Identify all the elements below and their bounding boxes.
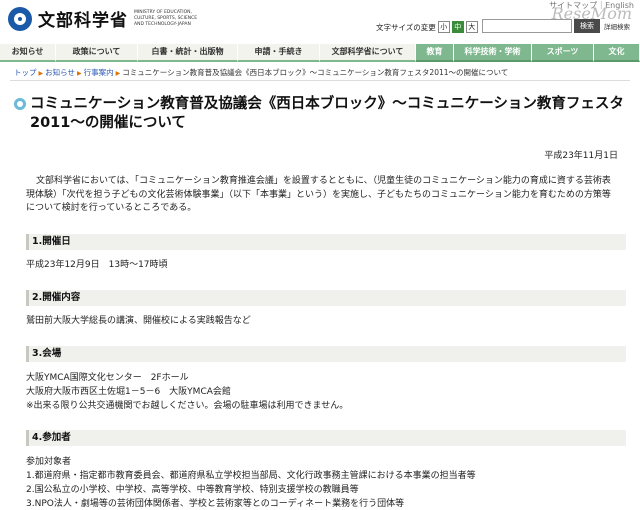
font-size-medium-button[interactable]: 中 [451, 21, 464, 33]
breadcrumb-events[interactable]: 行事案内 [84, 68, 114, 77]
section-text-content: 鷲田前大阪大学総長の講演、開催校による実践報告など [26, 316, 251, 326]
intro-text: 文部科学省においては、「コミュニケーション教育推進会議」を設置するとともに、（児… [26, 176, 611, 213]
section-text-date: 平成23年12月9日 13時～17時頃 [26, 260, 168, 270]
font-size-label: 文字サイズの変更 [376, 22, 436, 32]
breadcrumb-home[interactable]: トップ [14, 68, 37, 77]
section-heading-content: 2.開催内容 [26, 290, 626, 306]
search-button[interactable]: 検索 [574, 19, 600, 33]
divider [10, 80, 630, 81]
breadcrumb-separator-icon: ▶ [76, 70, 82, 77]
breadcrumb-current: コミュニケーション教育普及協議会《西日本ブロック》～コミュニケーション教育フェス… [122, 68, 509, 77]
participants-label: 参加対象者 [26, 457, 72, 467]
nav-science[interactable]: 科学技術・学術 [454, 44, 532, 62]
title-bullet-icon [14, 98, 26, 110]
nav-education[interactable]: 教育 [416, 44, 454, 62]
section-heading-venue: 3.会場 [26, 346, 626, 362]
breadcrumb: トップ ▶ お知らせ ▶ 行事案内 ▶ コミュニケーション教育普及協議会《西日本ブロック》～… [14, 67, 508, 78]
global-nav: お知らせ 政策について 白書・統計・出版物 申請・手続き 文部科学省について 教… [0, 44, 640, 62]
nav-culture[interactable]: 文化 [594, 44, 640, 62]
site-header: 文部科学省 MINISTRY OF EDUCATION, CULTURE, SP… [0, 0, 640, 42]
page-title: コミュニケーション教育普及協議会《西日本ブロック》～コミュニケーション教育フェス… [30, 96, 624, 131]
logo-subtitle: MINISTRY OF EDUCATION, CULTURE, SPORTS, … [134, 9, 198, 27]
venue-name: 大阪YMCA国際文化センター 2Fホール [26, 373, 189, 383]
nav-news[interactable]: お知らせ [0, 44, 56, 62]
font-size-large-button[interactable]: 大 [465, 21, 478, 33]
section-heading-participants: 4.参加者 [26, 430, 626, 446]
font-size-switcher: 文字サイズの変更 小 中 大 [376, 21, 478, 33]
publish-date: 平成23年11月1日 [544, 151, 618, 161]
ministry-emblem-icon [8, 6, 32, 31]
venue-note: ※出来る限り公共交通機関でお越しください。会場の駐車場は利用できません。 [26, 401, 349, 411]
logo-text: 文部科学省 [38, 11, 128, 31]
nav-about[interactable]: 文部科学省について [320, 44, 416, 62]
participants-item-3: 3.NPO法人・劇場等の芸術団体関係者、学校と芸術家等とのコーディネート業務を行… [26, 499, 405, 509]
site-search: 検索 詳細検索 [482, 19, 630, 33]
nav-whitepapers[interactable]: 白書・統計・出版物 [138, 44, 238, 62]
search-input[interactable] [482, 19, 572, 33]
nav-applications[interactable]: 申請・手続き [238, 44, 320, 62]
intro-paragraph: 文部科学省においては、「コミュニケーション教育推進会議」を設置するとともに、（児… [26, 175, 616, 216]
nav-sports[interactable]: スポーツ [532, 44, 594, 62]
participants-item-2: 2.国公私立の小学校、中学校、高等学校、中等教育学校、特別支援学校の教職員等 [26, 485, 359, 495]
section-heading-date: 1.開催日 [26, 234, 626, 250]
advanced-search-link[interactable]: 詳細検索 [604, 21, 630, 31]
breadcrumb-separator-icon: ▶ [115, 70, 121, 77]
font-size-small-button[interactable]: 小 [437, 21, 450, 33]
ministry-logo[interactable]: 文部科学省 MINISTRY OF EDUCATION, CULTURE, SP… [8, 6, 202, 31]
venue-address: 大阪府大阪市西区土佐堀1－5－6 大阪YMCA会館 [26, 387, 231, 397]
page-title-block: コミュニケーション教育普及協議会《西日本ブロック》～コミュニケーション教育フェス… [14, 95, 626, 133]
nav-policy[interactable]: 政策について [56, 44, 138, 62]
participants-item-1: 1.都道府県・指定都市教育委員会、都道府県私立学校担当部局、文化行政事務主管課に… [26, 471, 476, 481]
breadcrumb-news[interactable]: お知らせ [45, 68, 75, 77]
breadcrumb-separator-icon: ▶ [38, 70, 44, 77]
